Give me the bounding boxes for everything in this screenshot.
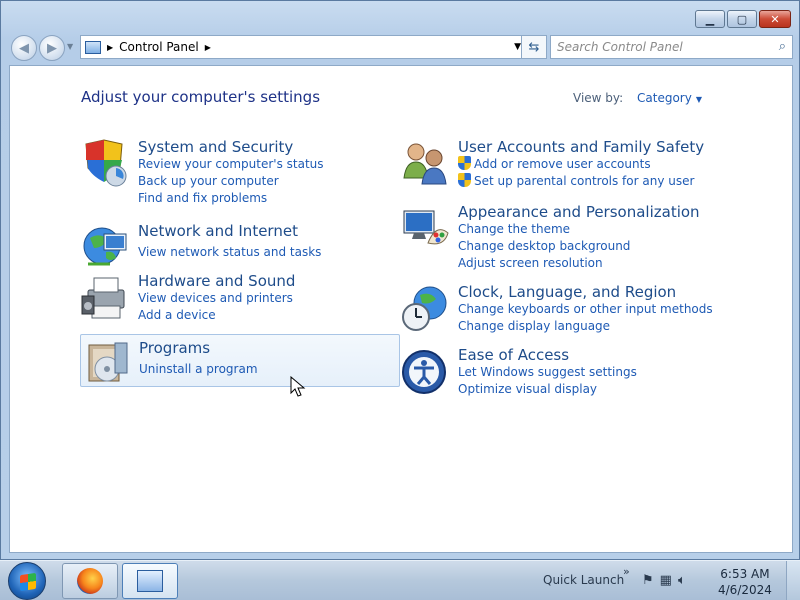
page-title: Adjust your computer's settings (81, 88, 321, 106)
category-title[interactable]: System and Security (138, 138, 324, 156)
category-title[interactable]: User Accounts and Family Safety (458, 138, 704, 156)
task-link[interactable]: Find and fix problems (138, 190, 324, 207)
forward-button[interactable]: ▶ (39, 35, 65, 61)
clock-time: 6:53 AM (720, 567, 770, 581)
clock[interactable]: 6:53 AM 4/6/2024 (718, 566, 772, 598)
refresh-button[interactable]: ⇆ (521, 35, 547, 59)
category-title[interactable]: Hardware and Sound (138, 272, 295, 290)
chevron-down-icon[interactable]: ▼ (696, 95, 702, 104)
task-link[interactable]: Add or remove user accounts (458, 156, 704, 173)
breadcrumb-arrow-icon[interactable]: ▶ (205, 43, 211, 52)
start-button[interactable] (8, 562, 46, 600)
category-title[interactable]: Ease of Access (458, 346, 637, 364)
task-link[interactable]: Set up parental controls for any user (458, 173, 704, 190)
address-bar[interactable]: ▶ Control Panel ▶ ▼ (80, 35, 526, 59)
programs-box-icon[interactable] (81, 337, 133, 389)
refresh-icon: ⇆ (528, 39, 540, 55)
task-link[interactable]: View devices and printers (138, 290, 295, 307)
category-hardware-sound: Hardware and Sound View devices and prin… (80, 272, 295, 324)
task-link[interactable]: Change display language (458, 318, 713, 335)
users-icon[interactable] (400, 138, 452, 190)
task-link[interactable]: Change keyboards or other input methods (458, 301, 713, 318)
task-link[interactable]: Add a device (138, 307, 295, 324)
task-link[interactable]: Change desktop background (458, 238, 700, 255)
system-tray: ⚑ ▦ 🔈︎ (642, 573, 686, 588)
view-by-label: View by: (573, 91, 624, 105)
monitor-palette-icon[interactable] (400, 203, 452, 255)
windows-logo-icon (20, 572, 36, 592)
category-title[interactable]: Programs (139, 339, 258, 357)
taskbar-control-panel[interactable] (122, 563, 178, 599)
recent-pages-dropdown[interactable]: ▼ (67, 42, 73, 51)
security-shield-icon[interactable] (80, 138, 132, 190)
task-link[interactable]: Uninstall a program (139, 361, 258, 378)
view-by-dropdown[interactable]: Category (637, 91, 692, 105)
content-pane: Adjust your computer's settings View by:… (9, 65, 793, 553)
search-icon[interactable]: ⌕ (779, 39, 786, 54)
category-title[interactable]: Network and Internet (138, 222, 321, 240)
close-button[interactable]: ✕ (759, 10, 791, 28)
control-panel-icon (85, 40, 101, 54)
control-panel-icon (137, 570, 163, 592)
navigation-bar: ◀ ▶ ▼ ▶ Control Panel ▶ ▼ ⇆ Search Contr… (9, 33, 793, 61)
action-center-icon[interactable]: ⚑ (642, 573, 654, 588)
view-by: View by: Category ▼ (573, 91, 702, 105)
taskbar: Quick Launch » ⚑ ▦ 🔈︎ 6:53 AM 4/6/2024 (0, 560, 800, 600)
caption-buttons: ▁ ▢ ✕ (695, 10, 791, 28)
maximize-button[interactable]: ▢ (727, 10, 757, 28)
category-ease-of-access: Ease of Access Let Windows suggest setti… (400, 346, 637, 398)
category-system-security: System and Security Review your computer… (80, 138, 324, 207)
back-arrow-icon: ◀ (19, 40, 29, 56)
task-link[interactable]: Back up your computer (138, 173, 324, 190)
printer-icon[interactable] (80, 272, 132, 324)
forward-arrow-icon: ▶ (47, 40, 57, 56)
task-link[interactable]: Review your computer's status (138, 156, 324, 173)
task-link[interactable]: Optimize visual display (458, 381, 637, 398)
category-network-internet: Network and Internet View network status… (80, 222, 321, 274)
category-programs[interactable]: Programs Uninstall a program (80, 334, 400, 387)
category-user-accounts: User Accounts and Family Safety Add or r… (400, 138, 704, 190)
taskbar-firefox[interactable] (62, 563, 118, 599)
task-link[interactable]: Change the theme (458, 221, 700, 238)
search-input[interactable]: Search Control Panel ⌕ (550, 35, 793, 59)
quick-launch-label[interactable]: Quick Launch (543, 573, 624, 587)
uac-shield-icon (458, 156, 471, 170)
control-panel-window: ▁ ▢ ✕ ◀ ▶ ▼ ▶ Control Panel ▶ ▼ ⇆ Search… (0, 0, 800, 560)
mouse-cursor-icon (290, 376, 306, 397)
address-dropdown-icon[interactable]: ▼ (514, 42, 521, 52)
network-globe-icon[interactable] (80, 222, 132, 274)
task-link[interactable]: Adjust screen resolution (458, 255, 700, 272)
breadcrumb-arrow-icon[interactable]: ▶ (107, 43, 113, 52)
quick-launch-chevron-icon[interactable]: » (623, 565, 630, 578)
firefox-icon (77, 568, 103, 594)
task-link[interactable]: Let Windows suggest settings (458, 364, 637, 381)
task-link[interactable]: View network status and tasks (138, 244, 321, 261)
ease-of-access-icon[interactable] (400, 346, 452, 398)
task-link-label: Set up parental controls for any user (474, 174, 695, 188)
back-button[interactable]: ◀ (11, 35, 37, 61)
category-title[interactable]: Appearance and Personalization (458, 203, 700, 221)
clock-date: 4/6/2024 (718, 583, 772, 597)
minimize-button[interactable]: ▁ (695, 10, 725, 28)
uac-shield-icon (458, 173, 471, 187)
clock-globe-icon[interactable] (400, 283, 452, 335)
show-desktop-button[interactable] (786, 561, 800, 600)
category-title[interactable]: Clock, Language, and Region (458, 283, 713, 301)
search-placeholder: Search Control Panel (557, 40, 683, 54)
breadcrumb-control-panel[interactable]: Control Panel (119, 40, 199, 54)
category-appearance: Appearance and Personalization Change th… (400, 203, 700, 272)
network-icon[interactable]: ▦ (660, 573, 672, 588)
category-clock-language-region: Clock, Language, and Region Change keybo… (400, 283, 713, 335)
volume-icon[interactable]: 🔈︎ (678, 573, 686, 588)
task-link-label: Add or remove user accounts (474, 157, 651, 171)
